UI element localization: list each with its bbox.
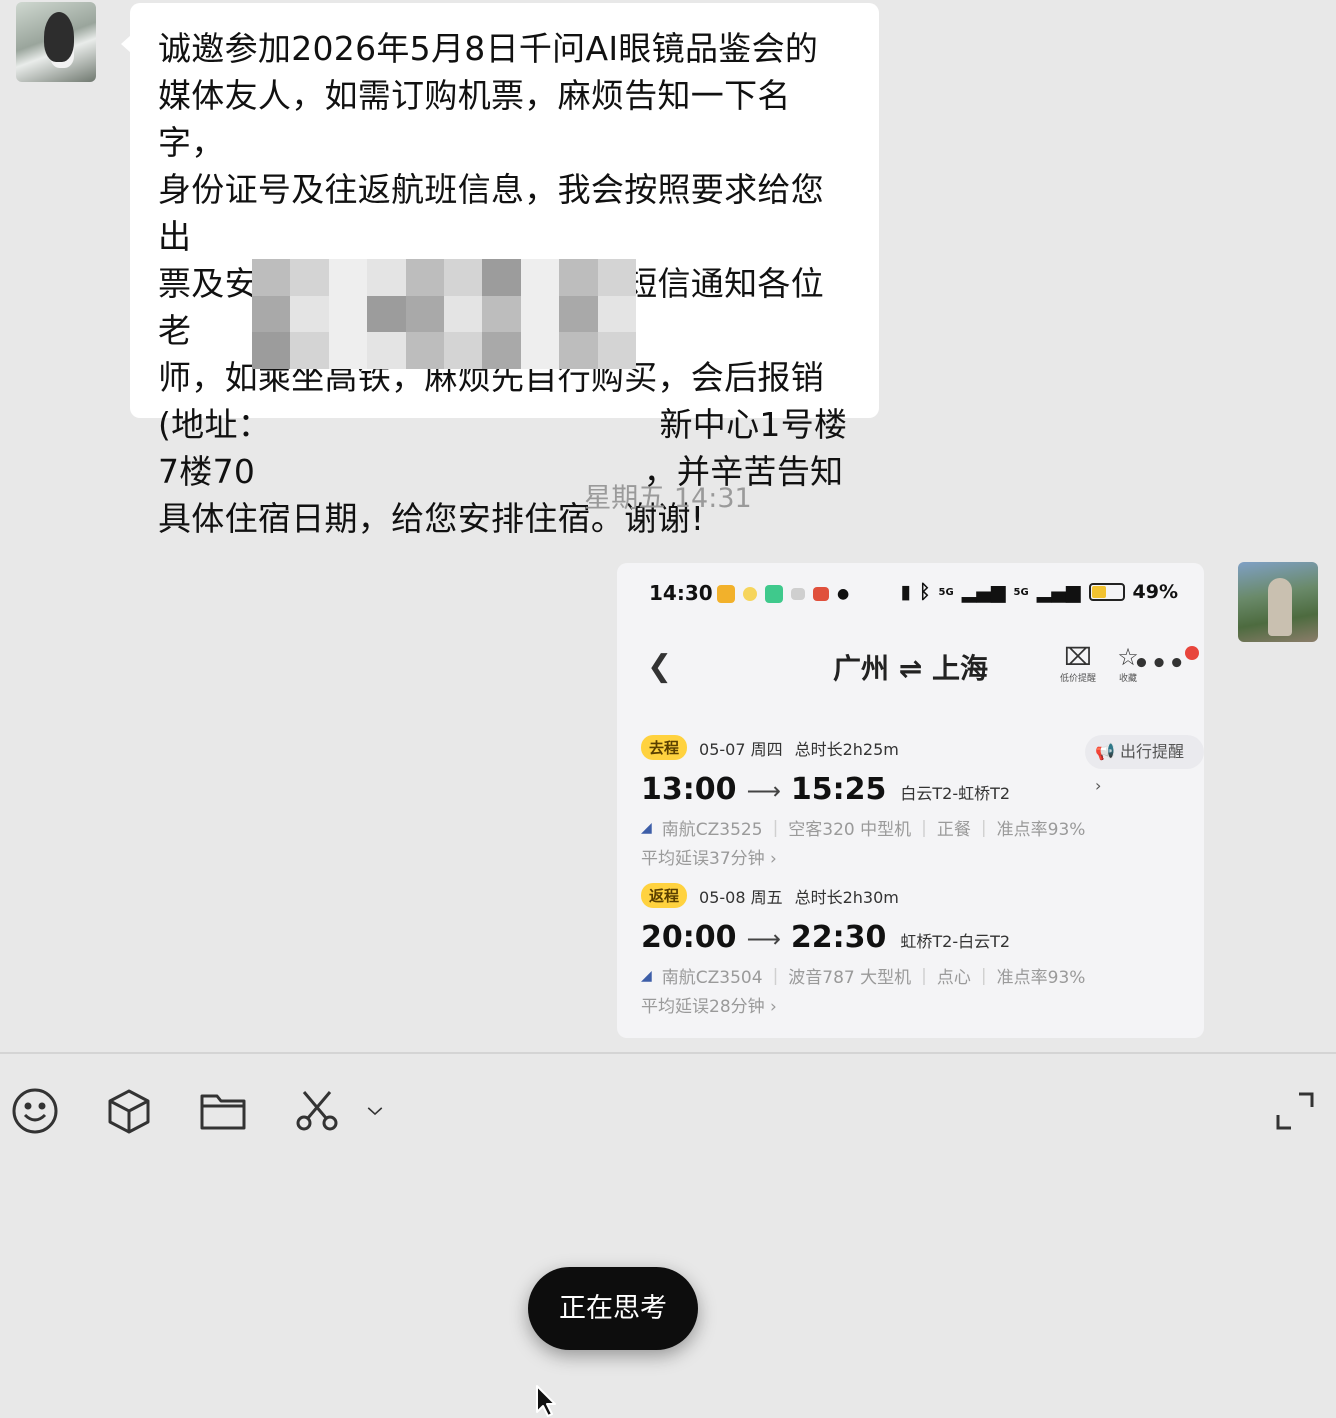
battery-percent: 49% bbox=[1132, 581, 1178, 603]
emoji-icon[interactable] bbox=[8, 1084, 62, 1138]
meal-type: 正餐 bbox=[936, 820, 971, 840]
arrive-time: 15:25 bbox=[790, 772, 887, 807]
flight-number: 南航CZ3525 bbox=[661, 820, 763, 840]
airline-logo-icon: ◢ bbox=[641, 967, 652, 984]
network-5g-label: 5G bbox=[1013, 586, 1029, 598]
price-alert-icon: ⌧ bbox=[1064, 643, 1092, 671]
avatar-cat-head bbox=[44, 12, 74, 62]
chevron-down-icon[interactable] bbox=[350, 1084, 400, 1138]
app-notification-icon bbox=[765, 585, 783, 603]
arrow-right-icon: ⟶ bbox=[746, 925, 781, 953]
expand-icon[interactable] bbox=[1268, 1084, 1322, 1138]
flight-leg-outbound: 去程 05-07 周四 总时长2h25m 13:00 ⟶ 15:25 白云T2-… bbox=[641, 735, 1201, 869]
leg-date: 05-07 周四 bbox=[699, 739, 783, 759]
input-area-divider bbox=[0, 1052, 1336, 1054]
route-header: ❮ 广州 ⇌ 上海 ⌧ 低价提醒 ☆ 收藏 ••• bbox=[617, 643, 1204, 693]
app-notification-icon bbox=[717, 585, 735, 603]
flight-number: 南航CZ3504 bbox=[661, 968, 763, 988]
leg-duration: 总时长2h30m bbox=[794, 887, 899, 907]
on-time-rate: 准点率93% bbox=[996, 968, 1086, 988]
status-app-icons: ● bbox=[717, 585, 849, 603]
airline-logo-icon: ◢ bbox=[641, 819, 652, 836]
more-notifications-dot-icon: ● bbox=[837, 586, 850, 602]
app-notification-icon bbox=[791, 588, 805, 600]
leg-duration: 总时长2h25m bbox=[794, 739, 899, 759]
average-delay: 平均延误28分钟 › bbox=[641, 997, 777, 1017]
depart-time: 20:00 bbox=[641, 920, 737, 955]
message-timestamp: 星期五 14:31 bbox=[584, 483, 752, 514]
airports: 虹桥T2-白云T2 bbox=[900, 932, 1011, 951]
arrow-right-icon: ⟶ bbox=[746, 777, 781, 805]
my-avatar[interactable] bbox=[1238, 562, 1318, 642]
app-notification-icon bbox=[813, 587, 829, 601]
incoming-message-bubble[interactable]: 诚邀参加2026年5月8日千问AI眼镜品鉴会的 媒体友人，如需订购机票，麻烦告知… bbox=[121, 3, 879, 538]
sender-avatar[interactable] bbox=[16, 2, 96, 82]
flight-leg-return: 返程 05-08 周五 总时长2h30m 20:00 ⟶ 22:30 虹桥T2-… bbox=[641, 883, 1201, 1017]
more-dots-icon: ••• bbox=[1133, 649, 1186, 679]
average-delay: 平均延误37分钟 › bbox=[641, 849, 777, 869]
notification-red-dot bbox=[1185, 646, 1199, 660]
phone-status-bar: 14:30 ● ▮ ᛒ 5G ▂▄▆ 5G ▂▄▆ 49% bbox=[617, 579, 1204, 613]
depart-time: 13:00 bbox=[641, 772, 737, 807]
folder-icon[interactable] bbox=[196, 1084, 250, 1138]
mouse-cursor-icon bbox=[536, 1385, 556, 1417]
app-notification-icon bbox=[743, 587, 757, 601]
network-5g-label: 5G bbox=[938, 586, 954, 598]
thinking-status-button[interactable]: 正在思考 bbox=[528, 1267, 698, 1350]
airports: 白云T2-虹桥T2 bbox=[900, 784, 1011, 803]
scissors-icon[interactable] bbox=[290, 1084, 344, 1138]
outgoing-screenshot-message[interactable]: 14:30 ● ▮ ᛒ 5G ▂▄▆ 5G ▂▄▆ 49% ❮ 广州 ⇌ 上海 … bbox=[617, 563, 1204, 1038]
meal-type: 点心 bbox=[936, 968, 971, 988]
on-time-rate: 准点率93% bbox=[996, 820, 1086, 840]
bluetooth-icon: ᛒ bbox=[919, 581, 931, 603]
leg-tag: 去程 bbox=[641, 735, 688, 760]
signal-icon: ▂▄▆ bbox=[961, 581, 1006, 603]
leg-date: 05-08 周五 bbox=[699, 887, 783, 907]
arrive-time: 22:30 bbox=[790, 920, 887, 955]
aircraft-type: 波音787 大型机 bbox=[788, 968, 912, 988]
battery-icon bbox=[1088, 583, 1125, 601]
cube-icon[interactable] bbox=[102, 1084, 156, 1138]
price-alert-label: 低价提醒 bbox=[1059, 674, 1096, 684]
status-time: 14:30 bbox=[649, 581, 713, 605]
vibrate-icon: ▮ bbox=[900, 581, 912, 603]
avatar-person bbox=[1268, 578, 1292, 636]
leg-tag: 返程 bbox=[641, 883, 688, 908]
aircraft-type: 空客320 中型机 bbox=[788, 820, 912, 840]
status-right-group: ▮ ᛒ 5G ▂▄▆ 5G ▂▄▆ 49% bbox=[901, 581, 1178, 603]
redaction-mosaic bbox=[252, 259, 636, 369]
signal-icon: ▂▄▆ bbox=[1036, 581, 1081, 603]
price-alert-tool: ⌧ 低价提醒 bbox=[1055, 643, 1101, 684]
